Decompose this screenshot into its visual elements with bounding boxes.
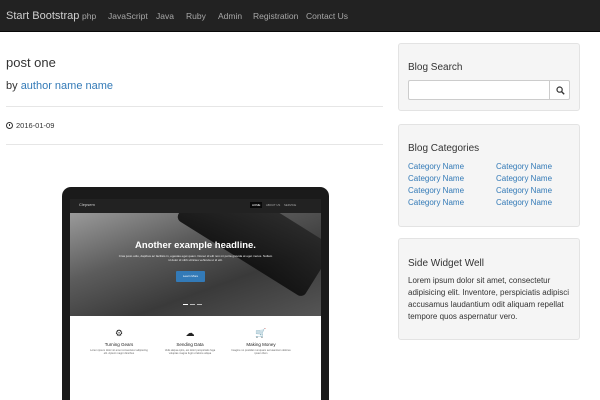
preview-nav-home: HOME: [250, 202, 263, 208]
category-link[interactable]: Category Name: [496, 186, 552, 195]
divider: [6, 106, 383, 107]
category-link[interactable]: Category Name: [408, 186, 464, 195]
clock-icon: [6, 122, 13, 129]
search-icon: [556, 86, 565, 95]
nav-link-contact-us[interactable]: Contact Us: [306, 0, 348, 32]
divider: [6, 144, 383, 145]
nav-link-php[interactable]: php: [82, 0, 96, 32]
preview-nav-about: ABOUT US: [266, 203, 281, 207]
nav-link-admin[interactable]: Admin: [218, 0, 242, 32]
blog-search-well: Blog Search: [398, 43, 580, 111]
nav-link-java[interactable]: Java: [156, 0, 174, 32]
feature-title: Sending Data: [176, 342, 204, 347]
preview-subtext: Cras justo odio, dapibus ac facilisis in…: [118, 254, 273, 262]
cloud-icon: ☁: [185, 328, 195, 338]
post-title: post one: [6, 55, 56, 70]
gear-icon: ⚙: [114, 328, 124, 338]
preview-feature: ☁ Sending Data Velis aliqua optio, est d…: [160, 329, 220, 356]
blog-categories-well: Blog Categories Category Name Category N…: [398, 124, 580, 227]
side-widget-well: Side Widget Well Lorem ipsum dolor sit a…: [398, 238, 580, 340]
preview-learn-more-button: Learn More: [176, 271, 205, 282]
blog-categories-title: Blog Categories: [408, 143, 480, 154]
preview-brand: Clepsem: [79, 202, 95, 207]
preview-feature: 🛒 Making Money Imagine no postidet numqu…: [231, 329, 291, 356]
cart-icon: 🛒: [255, 328, 267, 338]
post-date-text: 2016-01-09: [16, 121, 55, 130]
feature-text: Velis aliqua optio, est dolor perspiciat…: [164, 349, 216, 356]
feature-title: Turning Gears: [104, 342, 134, 347]
category-link[interactable]: Category Name: [496, 198, 552, 207]
preview-hero: Another example headline. Cras justo odi…: [70, 213, 321, 316]
category-link[interactable]: Category Name: [408, 162, 464, 171]
category-link[interactable]: Category Name: [496, 174, 552, 183]
feature-text: Imagine no postidet numquam accusantium …: [231, 349, 291, 356]
side-widget-text: Lorem ipsum dolor sit amet, consectetur …: [408, 276, 569, 321]
top-navbar: Start Bootstrap php JavaScript Java Ruby…: [0, 0, 600, 32]
feature-title: Making Money: [246, 342, 276, 347]
preview-feature: ⚙ Turning Gears Lorem ipsum dolor sit am…: [89, 329, 149, 356]
nav-link-registration[interactable]: Registration: [253, 0, 298, 32]
preview-headline: Another example headline.: [135, 240, 256, 251]
preview-nav-service: SERVICE: [284, 203, 297, 207]
search-input[interactable]: [408, 80, 550, 100]
category-link[interactable]: Category Name: [408, 198, 464, 207]
category-link[interactable]: Category Name: [408, 174, 464, 183]
preview-navbar: Clepsem HOME ABOUT US SERVICE: [70, 199, 321, 213]
category-link[interactable]: Category Name: [496, 162, 552, 171]
post-byline: by author name name: [6, 80, 113, 92]
navbar-brand[interactable]: Start Bootstrap: [6, 0, 79, 32]
nav-link-ruby[interactable]: Ruby: [186, 0, 206, 32]
nav-link-javascript[interactable]: JavaScript: [108, 0, 148, 32]
post-date: 2016-01-09: [6, 121, 54, 130]
feature-text: Lorem ipsum dolor sit amet consectetur a…: [90, 349, 148, 356]
blog-search-title: Blog Search: [408, 62, 463, 73]
carousel-indicators: [183, 304, 202, 305]
post-preview-image: Clepsem HOME ABOUT US SERVICE Another ex…: [62, 187, 329, 400]
author-link[interactable]: author name name: [21, 80, 113, 92]
laptop-screen: Clepsem HOME ABOUT US SERVICE Another ex…: [70, 199, 321, 400]
search-button[interactable]: [549, 80, 570, 100]
side-widget-title: Side Widget Well: [408, 258, 484, 269]
byline-prefix: by: [6, 80, 18, 92]
